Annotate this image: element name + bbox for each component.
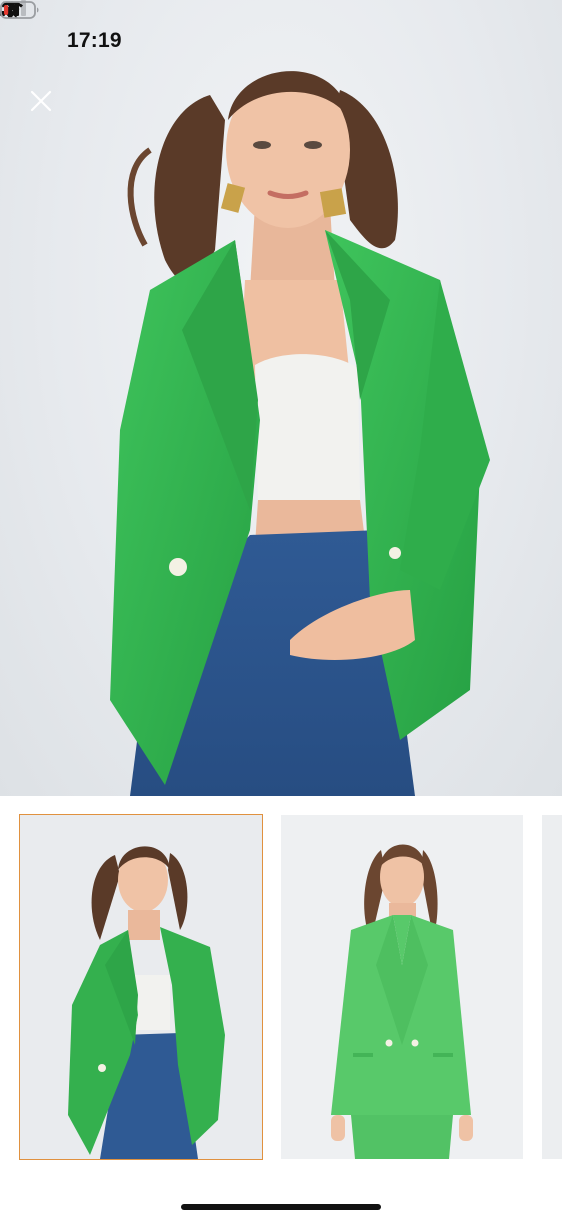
thumbnail-image-partial (542, 815, 562, 1159)
thumbnail-image-blazer-jeans (20, 815, 262, 1159)
thumbnail-strip[interactable] (0, 796, 562, 1176)
thumbnail-2[interactable] (281, 815, 523, 1159)
thumbnail-1[interactable] (19, 814, 263, 1160)
battery-low-icon (0, 1, 39, 19)
main-product-image[interactable]: 17:19 (0, 0, 562, 796)
home-indicator[interactable] (181, 1204, 381, 1210)
close-icon (30, 90, 52, 112)
model-photo-illustration (110, 71, 490, 796)
status-bar: 17:19 (0, 0, 562, 80)
thumbnail-3[interactable] (542, 815, 562, 1159)
close-button[interactable] (30, 90, 66, 126)
thumbnail-image-blazer-skirt (281, 815, 523, 1159)
status-time: 17:19 (67, 29, 122, 52)
